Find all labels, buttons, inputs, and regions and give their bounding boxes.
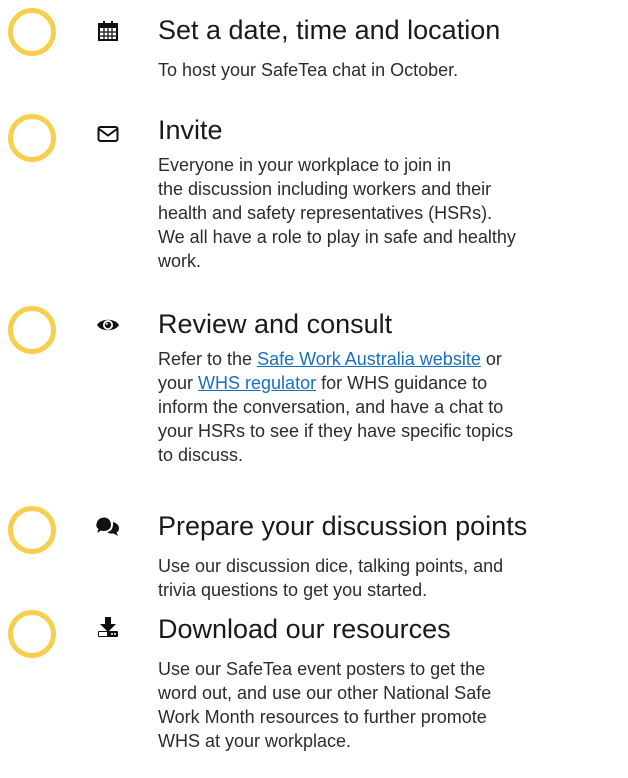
- desc-text: or: [480, 349, 502, 369]
- step-title: Prepare your discussion points: [158, 511, 528, 541]
- whs-regulator-link[interactable]: WHS regulator: [198, 373, 316, 393]
- comments-icon: [96, 514, 120, 538]
- safe-work-australia-link[interactable]: Safe Work Australia website: [257, 349, 481, 369]
- desc-line: trivia questions to get you started.: [158, 580, 428, 600]
- desc-line: word out, and use our other National Saf…: [158, 683, 492, 703]
- desc-line: to discuss.: [158, 445, 244, 465]
- desc-line: health and safety representatives (HSRs)…: [158, 203, 493, 223]
- step-checkbox[interactable]: [8, 8, 56, 56]
- step-checkbox[interactable]: [8, 506, 56, 554]
- calendar-icon: [96, 19, 120, 43]
- desc-line: the discussion including workers and the…: [158, 179, 492, 199]
- step-checkbox[interactable]: [8, 114, 56, 162]
- desc-line: your HSRs to see if they have specific t…: [158, 421, 514, 441]
- desc-line: WHS at your workplace.: [158, 731, 352, 751]
- step-title: Download our resources: [158, 614, 451, 644]
- step-description: Refer to the Safe Work Australia website…: [158, 347, 628, 467]
- desc-text: your: [158, 373, 199, 393]
- envelope-icon: [96, 122, 120, 146]
- desc-line: inform the conversation, and have a chat…: [158, 397, 504, 417]
- step-description: To host your SafeTea chat in October.: [158, 58, 628, 82]
- desc-line: Use our SafeTea event posters to get the: [158, 659, 486, 679]
- desc-line: work.: [158, 251, 202, 271]
- desc-line: Everyone in your workplace to join in: [158, 155, 452, 175]
- step-description: Everyone in your workplace to join in th…: [158, 153, 628, 273]
- download-icon: [96, 615, 120, 639]
- desc-text: for WHS guidance to: [316, 373, 488, 393]
- step-description: Use our SafeTea event posters to get the…: [158, 657, 628, 753]
- desc-line: We all have a role to play in safe and h…: [158, 227, 516, 247]
- desc-text: Refer to the: [158, 349, 258, 369]
- step-title: Set a date, time and location: [158, 15, 501, 45]
- step-checkbox[interactable]: [8, 610, 56, 658]
- desc-line: your WHS regulator for WHS guidance to: [158, 371, 628, 395]
- step-title: Invite: [158, 115, 223, 145]
- desc-line: Work Month resources to further promote: [158, 707, 487, 727]
- desc-line: Use our discussion dice, talking points,…: [158, 556, 504, 576]
- eye-icon: [96, 313, 120, 337]
- desc-line: Refer to the Safe Work Australia website…: [158, 347, 628, 371]
- desc-line: To host your SafeTea chat in October.: [158, 60, 459, 80]
- step-description: Use our discussion dice, talking points,…: [158, 554, 628, 602]
- step-title: Review and consult: [158, 309, 393, 339]
- step-checkbox[interactable]: [8, 306, 56, 354]
